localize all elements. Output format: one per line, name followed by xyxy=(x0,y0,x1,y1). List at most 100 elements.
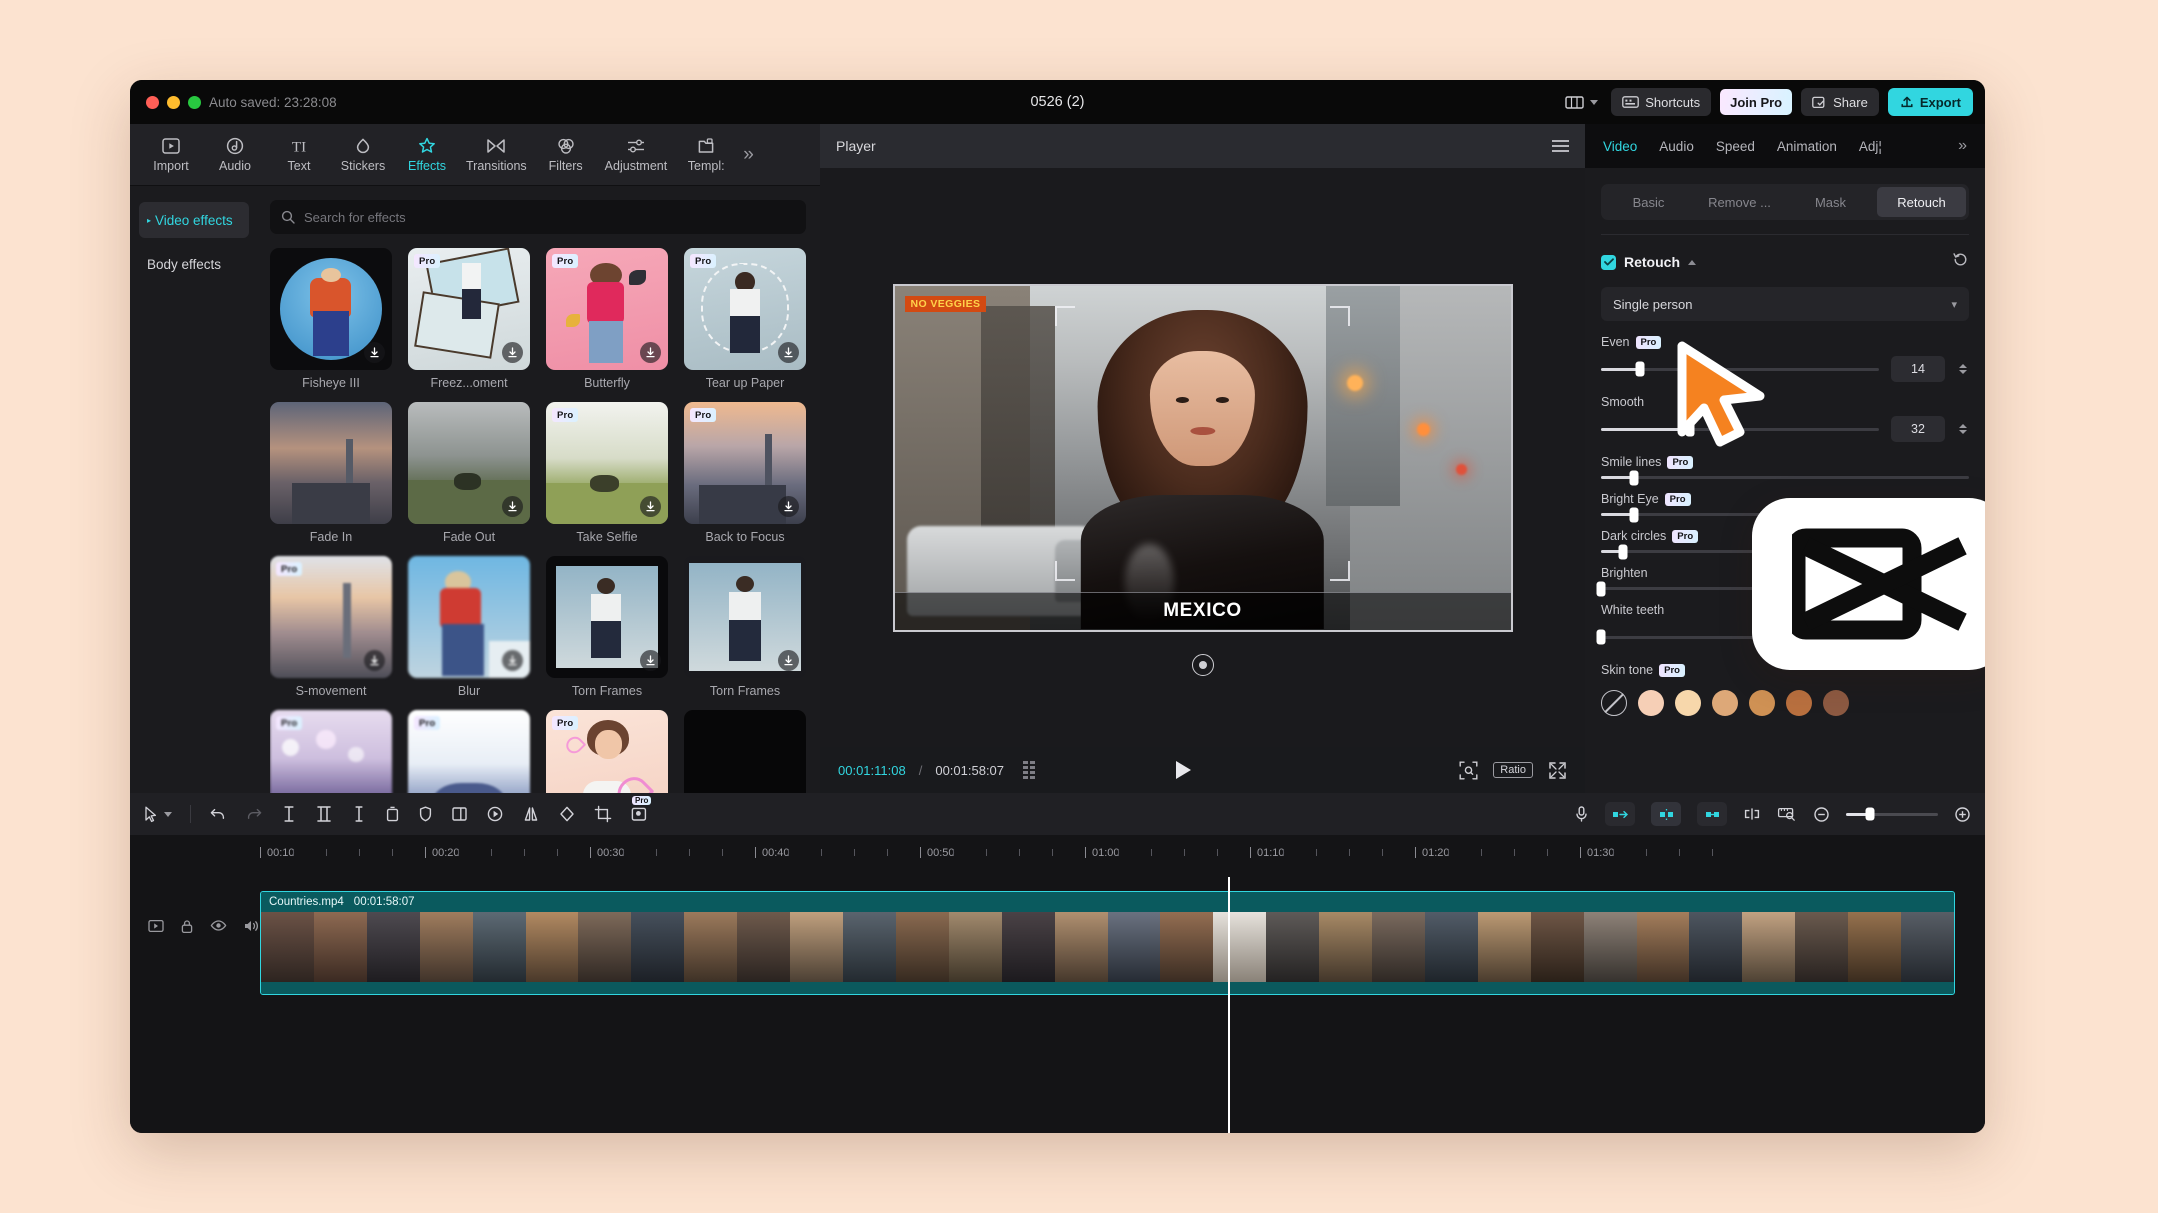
effect-thumbnail[interactable]: Pro xyxy=(546,710,668,793)
download-badge[interactable] xyxy=(640,342,661,363)
effect-thumbnail[interactable] xyxy=(270,402,392,524)
slider-stepper[interactable] xyxy=(1957,424,1969,434)
pro-retouch-button[interactable]: Pro xyxy=(630,805,648,823)
download-badge[interactable] xyxy=(640,496,661,517)
slider-value[interactable]: 14 xyxy=(1891,356,1945,382)
split-right-button[interactable] xyxy=(351,805,367,823)
person-select[interactable]: Single person ▾ xyxy=(1601,287,1969,321)
effect-item[interactable]: Fade In xyxy=(270,402,392,544)
crop-clip-button[interactable] xyxy=(451,805,468,823)
crop-button[interactable] xyxy=(594,805,612,823)
effect-thumbnail[interactable] xyxy=(546,556,668,678)
effect-item[interactable]: Torn Frames xyxy=(546,556,668,698)
nav-tab-templates[interactable]: Templ: xyxy=(675,134,737,175)
download-badge[interactable] xyxy=(502,650,523,671)
shield-button[interactable] xyxy=(418,805,433,823)
nav-tab-effects[interactable]: Effects xyxy=(396,134,458,175)
effect-thumbnail[interactable] xyxy=(684,710,806,793)
effect-thumbnail[interactable]: Pro xyxy=(546,402,668,524)
effect-item[interactable]: Freez...oment Pro Freez...oment xyxy=(408,248,530,390)
playhead[interactable] xyxy=(1228,877,1230,1133)
skin-tone-swatch[interactable] xyxy=(1675,690,1701,716)
nav-tab-filters[interactable]: Filters xyxy=(535,134,597,175)
mask-button[interactable] xyxy=(558,805,576,823)
slider-track[interactable] xyxy=(1601,476,1969,479)
track-video-toggle[interactable] xyxy=(148,919,164,939)
tab-video[interactable]: Video xyxy=(1603,139,1637,154)
freeze-button[interactable] xyxy=(486,805,504,823)
track-lock-toggle[interactable] xyxy=(180,919,194,939)
nav-tab-adjustment[interactable]: Adjustment xyxy=(599,134,674,175)
slider-stepper[interactable] xyxy=(1957,364,1969,374)
effect-thumbnail[interactable] xyxy=(270,248,392,370)
effect-item[interactable]: Pro Take Selfie xyxy=(546,402,668,544)
subtab-basic[interactable]: Basic xyxy=(1604,187,1693,217)
effect-item[interactable]: Fade Out xyxy=(408,402,530,544)
effect-item[interactable]: Pro S-movement xyxy=(270,556,392,698)
category-video-effects[interactable]: ▸ Video effects xyxy=(139,202,249,238)
effect-item[interactable]: Blur xyxy=(408,556,530,698)
download-badge[interactable] xyxy=(364,650,385,671)
reset-button[interactable] xyxy=(1952,251,1969,273)
mirror-button[interactable] xyxy=(522,805,540,823)
effect-thumbnail[interactable]: Pro xyxy=(684,248,806,370)
effect-thumbnail[interactable] xyxy=(684,556,806,678)
download-badge[interactable] xyxy=(640,650,661,671)
shortcuts-button[interactable]: Shortcuts xyxy=(1611,88,1711,116)
auto-cut-left-button[interactable] xyxy=(1605,802,1635,826)
split-left-button[interactable] xyxy=(315,805,333,823)
effect-thumbnail[interactable]: Pro xyxy=(684,402,806,524)
slider-track[interactable] xyxy=(1601,428,1879,431)
window-traffic-lights[interactable] xyxy=(146,96,201,109)
nav-tab-stickers[interactable]: Stickers xyxy=(332,134,394,175)
crop-handle-top-right[interactable] xyxy=(1330,306,1350,326)
layout-switch-button[interactable] xyxy=(1561,88,1602,116)
fullscreen-icon[interactable] xyxy=(1548,761,1567,780)
video-preview[interactable]: NO VEGGIES MEXICO xyxy=(893,284,1513,632)
effect-item[interactable]: Pro Floating Hearts xyxy=(546,710,668,793)
ratio-button[interactable]: Ratio xyxy=(1493,762,1533,778)
timeline-clip[interactable]: Countries.mp4 00:01:58:07 xyxy=(260,891,1955,995)
skin-tone-none[interactable] xyxy=(1601,690,1627,716)
effect-item[interactable]: Pro Back to Focus xyxy=(684,402,806,544)
skin-tone-swatch[interactable] xyxy=(1712,690,1738,716)
zoom-in-button[interactable] xyxy=(1954,806,1971,823)
download-badge[interactable] xyxy=(778,650,799,671)
zoom-fit-icon[interactable] xyxy=(1459,761,1478,780)
effect-thumbnail[interactable] xyxy=(408,556,530,678)
track-mute-toggle[interactable] xyxy=(243,919,260,939)
redo-button[interactable] xyxy=(245,806,263,822)
effect-thumbnail[interactable]: Freez...oment Pro xyxy=(408,248,530,370)
slider-value[interactable]: 32 xyxy=(1891,416,1945,442)
grid-view-icon[interactable] xyxy=(1023,761,1035,779)
effect-item[interactable]: Fisheye III xyxy=(270,248,392,390)
nav-more-button[interactable]: » xyxy=(743,144,754,166)
search-effects-box[interactable] xyxy=(270,200,806,234)
crop-handle-top-left[interactable] xyxy=(1055,306,1075,326)
download-badge[interactable] xyxy=(502,342,523,363)
rotate-handle[interactable] xyxy=(1192,654,1214,676)
effect-item[interactable]: Pro Butterfly xyxy=(546,248,668,390)
download-badge[interactable] xyxy=(364,342,385,363)
chevron-up-icon[interactable] xyxy=(1688,260,1696,265)
effect-item[interactable]: Pro Curvy Blur xyxy=(408,710,530,793)
properties-more-button[interactable]: » xyxy=(1958,137,1967,155)
zoom-out-button[interactable] xyxy=(1813,806,1830,823)
effect-thumbnail[interactable]: Pro xyxy=(408,710,530,793)
subtab-remove-bg[interactable]: Remove ... xyxy=(1695,187,1784,217)
download-badge[interactable] xyxy=(502,496,523,517)
undo-button[interactable] xyxy=(209,806,227,822)
effect-thumbnail[interactable]: Pro xyxy=(270,710,392,793)
join-pro-button[interactable]: Join Pro xyxy=(1720,89,1792,115)
tab-adjust[interactable]: Adj¦ xyxy=(1859,139,1882,154)
video-caption-bar[interactable]: MEXICO xyxy=(895,592,1511,630)
nav-tab-text[interactable]: TI Text xyxy=(268,134,330,175)
tab-animation[interactable]: Animation xyxy=(1777,139,1837,154)
effect-thumbnail[interactable]: Pro xyxy=(546,248,668,370)
download-badge[interactable] xyxy=(778,496,799,517)
timeline-zoom-slider[interactable] xyxy=(1846,813,1938,816)
tab-audio[interactable]: Audio xyxy=(1659,139,1694,154)
minimize-window-button[interactable] xyxy=(167,96,180,109)
maximize-window-button[interactable] xyxy=(188,96,201,109)
effect-item[interactable]: Wipe Board xyxy=(684,710,806,793)
